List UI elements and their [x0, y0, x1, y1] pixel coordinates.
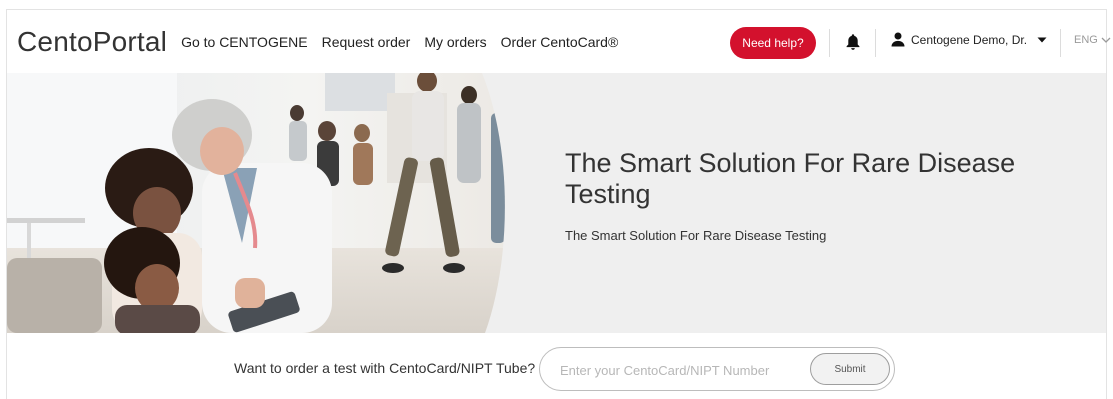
chevron-down-icon [1101, 37, 1111, 43]
order-prompt-label: Want to order a test with CentoCard/NIPT… [234, 360, 536, 376]
page-frame: CentoPortal Go to CENTOGENE Request orde… [6, 9, 1111, 399]
header-divider [1060, 29, 1061, 57]
nav-my-orders[interactable]: My orders [424, 34, 486, 50]
top-header: CentoPortal Go to CENTOGENE Request orde… [7, 10, 1111, 73]
main-nav: Go to CENTOGENE Request order My orders … [181, 34, 618, 50]
logo[interactable]: CentoPortal [17, 26, 167, 58]
submit-button[interactable]: Submit [810, 353, 890, 385]
user-name: Centogene Demo, Dr. [911, 32, 1028, 47]
header-divider [875, 29, 876, 57]
hero-banner: The Smart Solution For Rare Disease Test… [7, 73, 1106, 333]
nav-request-order[interactable]: Request order [322, 34, 411, 50]
centocard-number-input[interactable] [560, 358, 790, 382]
language-selector[interactable]: ENG [1074, 34, 1111, 46]
nav-go-to-centogene[interactable]: Go to CENTOGENE [181, 34, 308, 50]
hero-title: The Smart Solution For Rare Disease Test… [565, 148, 1016, 209]
user-menu[interactable]: Centogene Demo, Dr. [891, 32, 1047, 47]
caret-down-icon [1037, 37, 1047, 42]
language-label: ENG [1074, 34, 1098, 46]
centocard-form: Submit [539, 347, 895, 391]
user-icon [891, 32, 905, 47]
hero-subtitle: The Smart Solution For Rare Disease Test… [565, 228, 827, 243]
need-help-button[interactable]: Need help? [730, 27, 816, 59]
order-bar: Want to order a test with CentoCard/NIPT… [7, 333, 1106, 399]
bell-icon[interactable] [845, 33, 861, 51]
hero-photo [7, 73, 505, 333]
nav-order-centocard[interactable]: Order CentoCard® [501, 34, 619, 50]
header-divider [829, 29, 830, 57]
